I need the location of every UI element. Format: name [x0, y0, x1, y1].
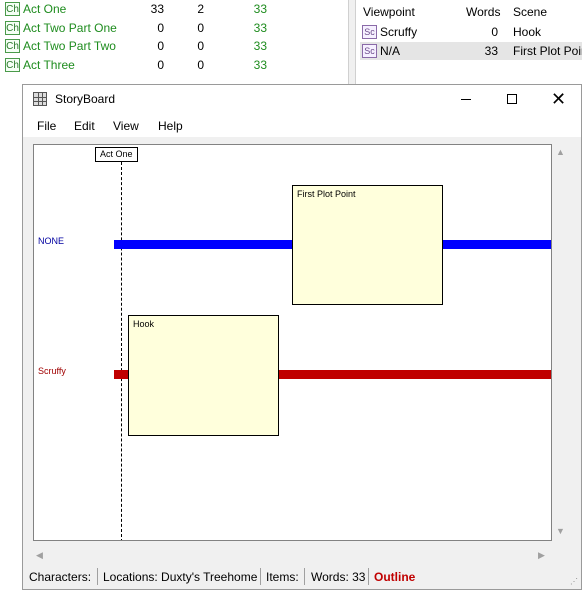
- chapter-count-3: 33: [253, 39, 267, 53]
- act-marker-label[interactable]: Act One: [95, 147, 138, 162]
- chapter-icon: Ch: [5, 2, 20, 16]
- status-divider: [97, 568, 98, 585]
- scene-card-title: Hook: [133, 319, 155, 329]
- chapter-row[interactable]: Ch Act Two Part One 0 0 33: [5, 20, 350, 38]
- scene-title: First Plot Point: [513, 44, 582, 58]
- menu-file[interactable]: File: [37, 119, 56, 133]
- status-locations: Locations: Duxty's Treehome: [103, 570, 258, 584]
- scene-card-first-plot-point[interactable]: First Plot Point: [292, 185, 443, 305]
- menu-help[interactable]: Help: [158, 119, 183, 133]
- chapter-row[interactable]: Ch Act Two Part Two 0 0 33: [5, 38, 350, 56]
- chapter-count-1: 0: [157, 21, 164, 35]
- chapter-title: Act Two Part Two: [23, 39, 116, 53]
- chapter-count-2: 0: [197, 21, 204, 35]
- chapter-count-3: 33: [253, 2, 267, 16]
- scene-icon: Sc: [362, 25, 377, 39]
- scene-viewpoint: Scruffy: [380, 25, 418, 39]
- column-header-scene[interactable]: Scene: [513, 5, 547, 19]
- chapter-row[interactable]: Ch Act One 33 2 33: [5, 1, 350, 19]
- menu-edit[interactable]: Edit: [74, 119, 95, 133]
- scroll-down-icon[interactable]: ▼: [556, 526, 565, 536]
- chapter-row[interactable]: Ch Act Three 0 0 33: [5, 57, 350, 75]
- status-bar: Characters: Locations: Duxty's Treehome …: [23, 565, 581, 589]
- scene-list: Viewpoint Words Scene Sc Scruffy 0 Hook …: [356, 0, 582, 84]
- chapter-title: Act Two Part One: [23, 21, 117, 35]
- scroll-left-icon[interactable]: ◀: [36, 550, 43, 561]
- window-title: StoryBoard: [55, 92, 116, 106]
- scene-words: 0: [491, 25, 498, 39]
- scene-words: 33: [484, 44, 498, 58]
- column-header-words[interactable]: Words: [466, 5, 500, 19]
- scroll-right-icon[interactable]: ▶: [538, 550, 545, 561]
- close-button[interactable]: ✕: [535, 85, 581, 115]
- scene-card-title: First Plot Point: [297, 189, 356, 199]
- status-words: Words: 33: [311, 570, 366, 584]
- status-characters: Characters:: [29, 570, 92, 584]
- status-mode: Outline: [374, 570, 416, 584]
- vertical-scrollbar[interactable]: ▲ ▼: [552, 144, 569, 541]
- chapter-count-1: 33: [150, 2, 164, 16]
- thread-label-scruffy: Scruffy: [38, 366, 66, 376]
- status-divider: [304, 568, 305, 585]
- chapter-count-3: 33: [253, 58, 267, 72]
- pane-splitter[interactable]: [348, 0, 356, 84]
- title-bar[interactable]: StoryBoard ✕: [23, 85, 581, 115]
- menu-bar: File Edit View Help: [23, 115, 581, 137]
- scene-viewpoint: N/A: [380, 44, 401, 58]
- column-header-viewpoint[interactable]: Viewpoint: [363, 5, 415, 19]
- act-marker-line: [121, 162, 122, 540]
- storyboard-canvas[interactable]: Act One NONE Scruffy First Plot Point Ho…: [33, 144, 552, 541]
- chapter-count-2: 2: [197, 2, 204, 16]
- maximize-button[interactable]: [489, 85, 535, 115]
- scene-card-hook[interactable]: Hook: [128, 315, 279, 436]
- thread-label-none: NONE: [38, 236, 65, 246]
- scroll-up-icon[interactable]: ▲: [556, 147, 565, 157]
- minimize-icon: [461, 99, 471, 100]
- status-items: Items:: [266, 570, 299, 584]
- status-divider: [368, 568, 369, 585]
- storyboard-app-icon: [33, 92, 47, 106]
- horizontal-scrollbar[interactable]: ◀ ▶: [33, 547, 552, 564]
- scene-icon: Sc: [362, 44, 377, 58]
- status-divider: [260, 568, 261, 585]
- storyboard-window: StoryBoard ✕ File Edit View Help Act One…: [22, 84, 582, 590]
- chapter-count-2: 0: [197, 58, 204, 72]
- maximize-icon: [507, 94, 517, 104]
- chapter-title: Act Three: [23, 58, 75, 72]
- chapter-icon: Ch: [5, 39, 20, 53]
- resize-grip-icon[interactable]: ⋰: [570, 577, 578, 586]
- chapter-title: Act One: [23, 2, 67, 16]
- chapter-count-1: 0: [157, 58, 164, 72]
- menu-view[interactable]: View: [113, 119, 139, 133]
- close-icon: ✕: [551, 89, 567, 109]
- chapter-count-1: 0: [157, 39, 164, 53]
- chapter-icon: Ch: [5, 21, 20, 35]
- scene-row-selected[interactable]: Sc N/A 33 First Plot Point: [360, 42, 582, 60]
- scene-title: Hook: [513, 25, 542, 39]
- scene-row[interactable]: Sc Scruffy 0 Hook: [360, 23, 582, 41]
- chapter-count-2: 0: [197, 39, 204, 53]
- minimize-button[interactable]: [443, 85, 489, 115]
- chapter-count-3: 33: [253, 21, 267, 35]
- chapter-list: Ch Act One 33 2 33 Ch Act Two Part One 0…: [0, 0, 350, 84]
- chapter-icon: Ch: [5, 58, 20, 72]
